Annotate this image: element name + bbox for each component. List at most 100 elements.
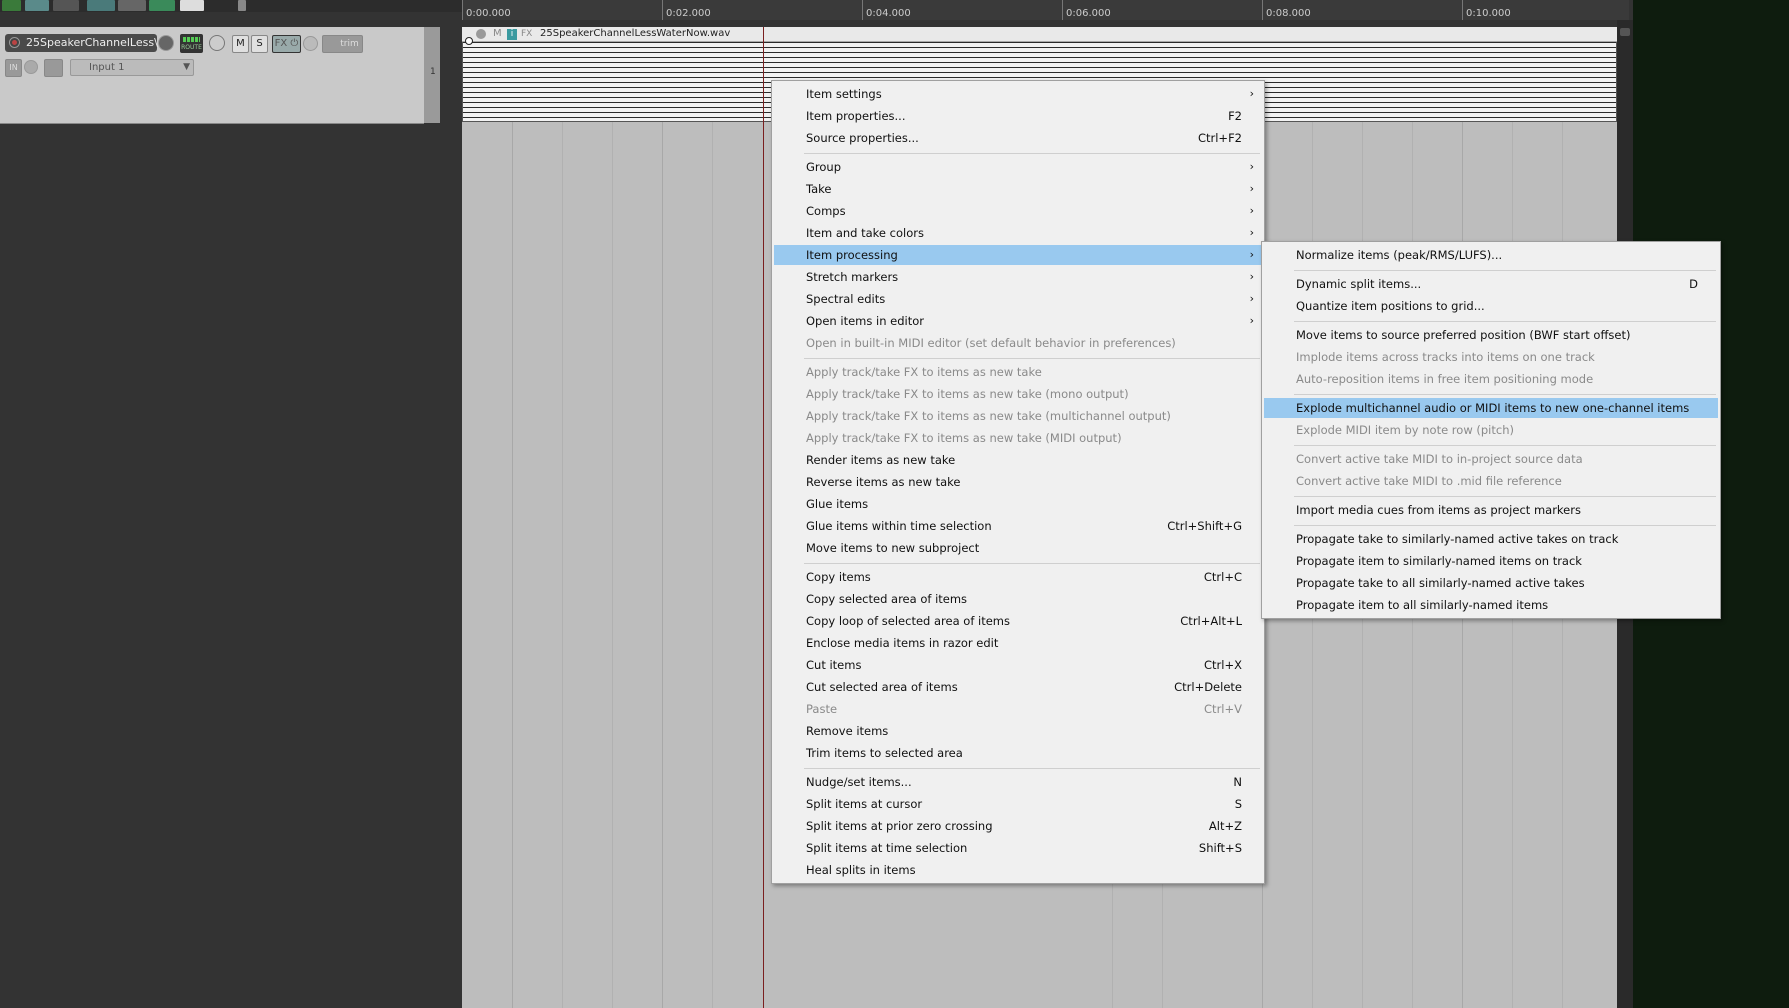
menu-item-render-items-as-new-take[interactable]: Render items as new take (774, 450, 1262, 470)
solo-button[interactable]: S (251, 35, 268, 53)
scrollbar-thumb[interactable] (1620, 28, 1630, 36)
ruler-mark: 0:08.000 (1262, 0, 1311, 20)
menu-item-shortcut: Ctrl+X (1204, 658, 1242, 672)
menu-item-cut-items[interactable]: Cut items Ctrl+X (774, 655, 1262, 675)
menu-item-source-properties[interactable]: Source properties... Ctrl+F2 (774, 128, 1262, 148)
menu-item-heal-splits-in-items[interactable]: Heal splits in items (774, 860, 1262, 880)
menu-item-stretch-markers[interactable]: Stretch markers › (774, 267, 1262, 287)
item-fx-label[interactable]: FX (521, 27, 532, 41)
menu-item-apply-track-take-fx-to-items-as-new-take-multichannel-output[interactable]: Apply track/take FX to items as new take… (774, 406, 1262, 426)
menu-item-label: Copy loop of selected area of items (806, 614, 1011, 628)
trim-envelope-button[interactable]: trim (322, 35, 363, 53)
track-meter (183, 37, 200, 42)
track-folder-bar[interactable]: 1 (424, 27, 440, 123)
toolbar-icon-5[interactable] (118, 0, 146, 11)
menu-item-copy-loop-of-selected-area-of-items[interactable]: Copy loop of selected area of items Ctrl+… (774, 611, 1262, 631)
menu-item-label: Propagate item to similarly-named items … (1296, 554, 1582, 568)
toolbar-icon-3[interactable] (53, 0, 79, 11)
menu-item-copy-items[interactable]: Copy items Ctrl+C (774, 567, 1262, 587)
phase-icon[interactable] (303, 36, 318, 51)
toolbar-icon-6[interactable] (149, 0, 175, 11)
volume-knob[interactable] (158, 35, 174, 51)
menu-item-split-items-at-cursor[interactable]: Split items at cursor S (774, 794, 1262, 814)
mute-button[interactable]: M (232, 35, 249, 53)
menu-item-split-items-at-time-selection[interactable]: Split items at time selection Shift+S (774, 838, 1262, 858)
menu-item-glue-items[interactable]: Glue items (774, 494, 1262, 514)
timeline-ruler[interactable]: 0:00.000 0:02.000 0:04.000 0:06.000 0:08… (462, 0, 1629, 20)
menu-item-propagate-take-to-all-similarly-named-active-takes[interactable]: Propagate take to all similarly-named ac… (1264, 573, 1718, 593)
toolbar-icon-7[interactable] (180, 0, 204, 11)
route-label: ROUTE (181, 44, 202, 51)
toolbar-icon-2[interactable] (25, 0, 49, 11)
menu-item-apply-track-take-fx-to-items-as-new-take-mono-output[interactable]: Apply track/take FX to items as new take… (774, 384, 1262, 404)
menu-item-quantize-item-positions-to-grid[interactable]: Quantize item positions to grid... (1264, 296, 1718, 316)
menu-item-propagate-item-to-similarly-named-items-on-track[interactable]: Propagate item to similarly-named items … (1264, 551, 1718, 571)
input-dropdown-icon[interactable] (24, 60, 38, 74)
menu-item-group[interactable]: Group › (774, 157, 1262, 177)
menu-item-nudge-set-items[interactable]: Nudge/set items... N (774, 772, 1262, 792)
input-monitor-button[interactable]: IN (5, 59, 22, 77)
edit-cursor[interactable] (763, 27, 764, 1008)
menu-item-open-items-in-editor[interactable]: Open items in editor › (774, 311, 1262, 331)
menu-item-label: Cut items (806, 658, 862, 672)
input-selector[interactable]: Input 1 ▼ (70, 59, 194, 76)
menu-item-auto-reposition-items-in-free-item-positioning-mode[interactable]: Auto-reposition items in free item posit… (1264, 369, 1718, 389)
menu-item-paste[interactable]: Paste Ctrl+V (774, 699, 1262, 719)
menu-item-apply-track-take-fx-to-items-as-new-take[interactable]: Apply track/take FX to items as new take (774, 362, 1262, 382)
menu-item-reverse-items-as-new-take[interactable]: Reverse items as new take (774, 472, 1262, 492)
submenu-chevron-right-icon: › (1249, 204, 1254, 217)
track-name-label: 25SpeakerChannelLess\ (26, 36, 158, 49)
menu-item-label: Copy items (806, 570, 871, 584)
menu-item-copy-selected-area-of-items[interactable]: Copy selected area of items (774, 589, 1262, 609)
menu-item-item-and-take-colors[interactable]: Item and take colors › (774, 223, 1262, 243)
submenu-chevron-right-icon: › (1249, 160, 1254, 173)
menu-item-normalize-items-peak-rms-lufs[interactable]: Normalize items (peak/RMS/LUFS)... (1264, 245, 1718, 265)
track-name-field[interactable]: 25SpeakerChannelLess\ (5, 34, 158, 52)
menu-item-remove-items[interactable]: Remove items (774, 721, 1262, 741)
menu-item-comps[interactable]: Comps › (774, 201, 1262, 221)
toolbar-icon-1[interactable] (2, 0, 21, 11)
record-mode-button[interactable] (44, 59, 63, 77)
menu-item-split-items-at-prior-zero-crossing[interactable]: Split items at prior zero crossing Alt+Z (774, 816, 1262, 836)
menu-item-trim-items-to-selected-area[interactable]: Trim items to selected area (774, 743, 1262, 763)
menu-item-item-properties[interactable]: Item properties... F2 (774, 106, 1262, 126)
menu-item-label: Quantize item positions to grid... (1296, 299, 1485, 313)
ruler-mark: 0:04.000 (862, 0, 911, 20)
menu-item-propagate-item-to-all-similarly-named-items[interactable]: Propagate item to all similarly-named it… (1264, 595, 1718, 615)
pan-knob[interactable] (209, 35, 225, 51)
item-fade-handle-icon[interactable] (465, 37, 473, 45)
menu-item-open-in-built-in-midi-editor-set-default-behavior-in-preferences[interactable]: Open in built-in MIDI editor (set defaul… (774, 333, 1262, 353)
item-info-icon[interactable]: i (507, 29, 517, 40)
menu-item-implode-items-across-tracks-into-items-on-one-track[interactable]: Implode items across tracks into items o… (1264, 347, 1718, 367)
menu-item-take[interactable]: Take › (774, 179, 1262, 199)
fx-button[interactable]: FX ⏻ (272, 35, 301, 53)
menu-item-item-processing[interactable]: Item processing › (774, 245, 1262, 265)
toolbar-icon-8[interactable] (238, 0, 246, 11)
menu-item-cut-selected-area-of-items[interactable]: Cut selected area of items Ctrl+Delete (774, 677, 1262, 697)
item-volume-knob-icon[interactable] (476, 29, 486, 39)
ruler-mark: 0:02.000 (662, 0, 711, 20)
menu-item-propagate-take-to-similarly-named-active-takes-on-track[interactable]: Propagate take to similarly-named active… (1264, 529, 1718, 549)
menu-item-item-settings[interactable]: Item settings › (774, 84, 1262, 104)
menu-item-move-items-to-new-subproject[interactable]: Move items to new subproject (774, 538, 1262, 558)
menu-item-dynamic-split-items[interactable]: Dynamic split items... D (1264, 274, 1718, 294)
menu-item-convert-active-take-midi-to-mid-file-reference[interactable]: Convert active take MIDI to .mid file re… (1264, 471, 1718, 491)
menu-item-convert-active-take-midi-to-in-project-source-data[interactable]: Convert active take MIDI to in-project s… (1264, 449, 1718, 469)
menu-item-label: Trim items to selected area (806, 746, 963, 760)
menu-item-label: Enclose media items in razor edit (806, 636, 999, 650)
route-button[interactable]: ROUTE (180, 34, 203, 53)
menu-item-shortcut: F2 (1228, 109, 1242, 123)
menu-item-enclose-media-items-in-razor-edit[interactable]: Enclose media items in razor edit (774, 633, 1262, 653)
menu-item-spectral-edits[interactable]: Spectral edits › (774, 289, 1262, 309)
menu-item-import-media-cues-from-items-as-project-markers[interactable]: Import media cues from items as project … (1264, 500, 1718, 520)
item-mute-label[interactable]: M (493, 27, 502, 41)
toolbar-icon-4[interactable] (87, 0, 115, 11)
record-arm-icon[interactable] (9, 37, 20, 48)
menu-item-explode-midi-item-by-note-row-pitch[interactable]: Explode MIDI item by note row (pitch) (1264, 420, 1718, 440)
menu-item-label: Convert active take MIDI to .mid file re… (1296, 474, 1562, 488)
grid-line (662, 27, 663, 1008)
menu-item-apply-track-take-fx-to-items-as-new-take-midi-output[interactable]: Apply track/take FX to items as new take… (774, 428, 1262, 448)
menu-item-glue-items-within-time-selection[interactable]: Glue items within time selection Ctrl+Shi… (774, 516, 1262, 536)
menu-item-move-items-to-source-preferred-position-bwf-start-offset[interactable]: Move items to source preferred position … (1264, 325, 1718, 345)
menu-item-explode-multichannel-audio-or-midi-items-to-new-one-channel-items[interactable]: Explode multichannel audio or MIDI items… (1264, 398, 1718, 418)
